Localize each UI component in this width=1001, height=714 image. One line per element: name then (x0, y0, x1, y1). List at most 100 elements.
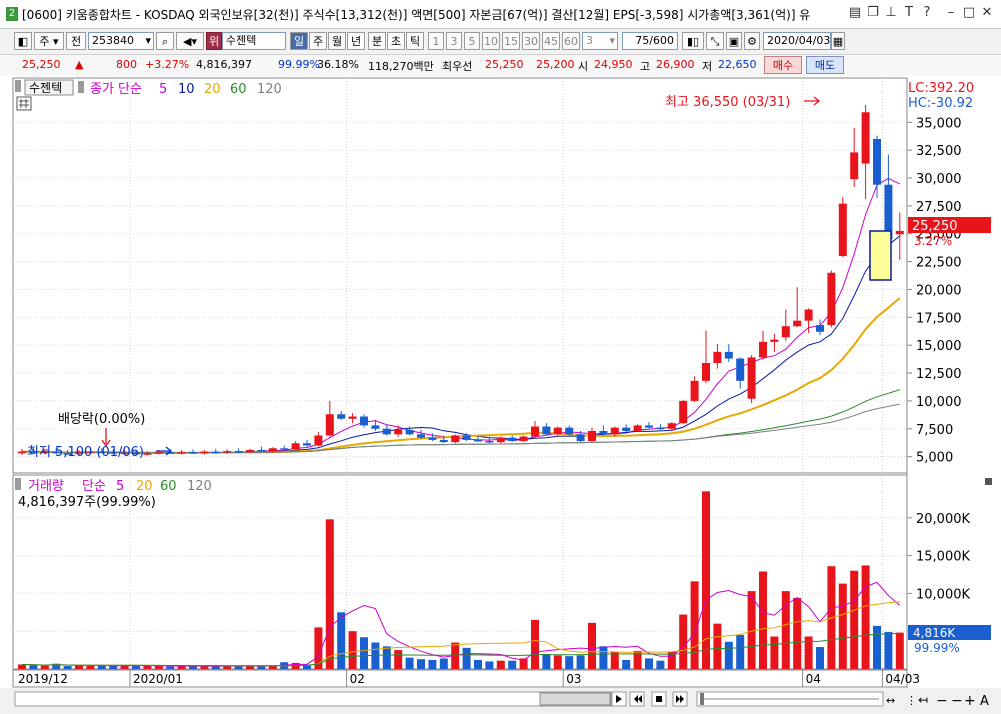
date-input[interactable]: 2020/04/03 (763, 32, 831, 50)
tab-tick[interactable]: 틱 (406, 32, 424, 50)
sell-button[interactable]: 매도 (806, 56, 844, 74)
settings-gear-icon[interactable]: ⚙ (744, 32, 760, 50)
text-tool-button[interactable]: A (980, 694, 989, 709)
date-tick-label: 2020/01 (133, 672, 183, 686)
tab-year[interactable]: 년 (347, 32, 365, 50)
shrink-icon[interactable]: ↤ (918, 693, 928, 707)
minute-1[interactable]: 1 (428, 32, 444, 50)
zoom-in-button[interactable]: − (951, 693, 963, 709)
search-icon[interactable]: ⌕ (156, 32, 174, 50)
stock-tag: 수젠텍 (29, 81, 62, 95)
tab-minute[interactable]: 분 (368, 32, 386, 50)
volume-bar (724, 641, 733, 669)
adjust-button[interactable]: 전 (66, 32, 86, 50)
buy-button[interactable]: 매수 (764, 56, 802, 74)
scroll-track[interactable] (14, 691, 612, 707)
volume-bar (576, 655, 585, 669)
price-chart[interactable]: 5,000 7,500 10,000 12,500 15,000 17,500 20,000… (0, 76, 1001, 714)
volume-bar (850, 570, 859, 669)
volume-bar (496, 660, 505, 669)
line-tool-icon[interactable]: ⤡ (706, 32, 724, 50)
candle-body (610, 427, 619, 435)
bid-price: 25,200 (536, 58, 575, 71)
volume-bar (895, 632, 904, 669)
title-bar: 2 [0600] 키움종합차트 - KOSDAQ 외국인보유[32(천)] 주식… (0, 0, 1001, 29)
period-select[interactable]: 주 ▾ (34, 32, 64, 50)
volume-bar (394, 650, 403, 669)
price-legend: 종가 단순 (90, 82, 142, 97)
save-icon[interactable]: ▣ (726, 32, 742, 50)
candle-body (827, 272, 836, 326)
stock-code-input[interactable]: 253840 ▾ (88, 32, 154, 50)
speaker-icon[interactable]: ◀▾ (176, 32, 204, 50)
legend-handle[interactable] (78, 81, 84, 93)
volume-bar (861, 565, 870, 669)
candle-body (314, 435, 323, 446)
minute-15[interactable]: 15 (502, 32, 520, 50)
font-icon[interactable]: T (902, 5, 916, 21)
minute-60[interactable]: 60 (562, 32, 580, 50)
scroll-thumb[interactable] (539, 692, 611, 706)
volume-bar (645, 658, 653, 669)
price-tick-label: 15,000 (916, 339, 962, 354)
tab-day[interactable]: 일 (290, 32, 308, 50)
minute-30[interactable]: 30 (522, 32, 540, 50)
candle-type-icon[interactable]: ▮▯ (682, 32, 704, 50)
add-panel-button[interactable]: + (964, 693, 976, 709)
date-tick-label: 03 (566, 672, 581, 686)
volume-bar (770, 636, 779, 669)
candle-body (759, 341, 767, 358)
minute-45[interactable]: 45 (542, 32, 560, 50)
volume-bar (428, 659, 437, 669)
minimize-icon[interactable]: – (944, 5, 958, 21)
ma60-legend: 60 (230, 82, 247, 97)
tab-week[interactable]: 주 (309, 32, 327, 50)
candle-body (485, 441, 494, 443)
candle-body (576, 434, 585, 442)
volume-bar (325, 519, 334, 669)
minute-5[interactable]: 5 (464, 32, 480, 50)
zoom-slider-handle[interactable] (700, 693, 704, 705)
minute-select[interactable]: 3 ▾ (582, 32, 618, 50)
ma10-legend: 10 (178, 82, 195, 97)
candle-body (154, 452, 163, 454)
maximize-icon[interactable]: □ (962, 5, 976, 21)
volume-bar (63, 665, 72, 669)
minute-3[interactable]: 3 (446, 32, 462, 50)
volume-bar (382, 646, 391, 669)
volume-bar (713, 623, 722, 669)
candle-body (531, 426, 539, 437)
min-price-note: 최저 5,100 (01/06) (27, 445, 144, 460)
pin-icon[interactable]: ⊥ (884, 5, 898, 21)
candle-body (177, 452, 186, 454)
volume-tick-label: 10,000K (916, 587, 970, 602)
volume-bar (462, 647, 471, 669)
max-price-note: 최고 36,550 (03/31) (665, 95, 790, 110)
fit-icon[interactable]: ↔ (886, 694, 895, 707)
minute-10[interactable]: 10 (482, 32, 500, 50)
volume-panel-handle[interactable] (15, 478, 21, 490)
candle-body (439, 439, 448, 443)
candle-body (200, 451, 209, 454)
stock-name-field[interactable]: 수젠텍 (222, 32, 286, 50)
calendar-icon[interactable]: ▦ (831, 32, 845, 50)
help-icon[interactable]: ? (920, 5, 934, 21)
candle-body (268, 448, 277, 452)
candle-body (337, 414, 346, 419)
panel-close-icon[interactable] (985, 478, 992, 485)
candle-body (394, 429, 403, 435)
volume-info: 4,816,397주(99.99%) (18, 495, 156, 510)
window-list-icon[interactable]: ▤ (848, 5, 862, 21)
candle-body (291, 443, 300, 450)
data-count-field[interactable]: 75/600 (622, 32, 678, 50)
volume-ratio: 99.99% (278, 58, 320, 71)
tab-second[interactable]: 초 (387, 32, 405, 50)
close-icon[interactable]: ✕ (980, 5, 994, 21)
panel-handle[interactable] (15, 80, 21, 92)
grid-toggle-icon[interactable] (16, 96, 32, 111)
zoom-out-button[interactable]: − (936, 693, 948, 709)
step-icon[interactable]: ⋮ (906, 694, 917, 707)
chart-menu-icon[interactable]: ◧ (14, 32, 32, 50)
copy-window-icon[interactable]: ❐ (866, 5, 880, 21)
tab-month[interactable]: 월 (328, 32, 346, 50)
